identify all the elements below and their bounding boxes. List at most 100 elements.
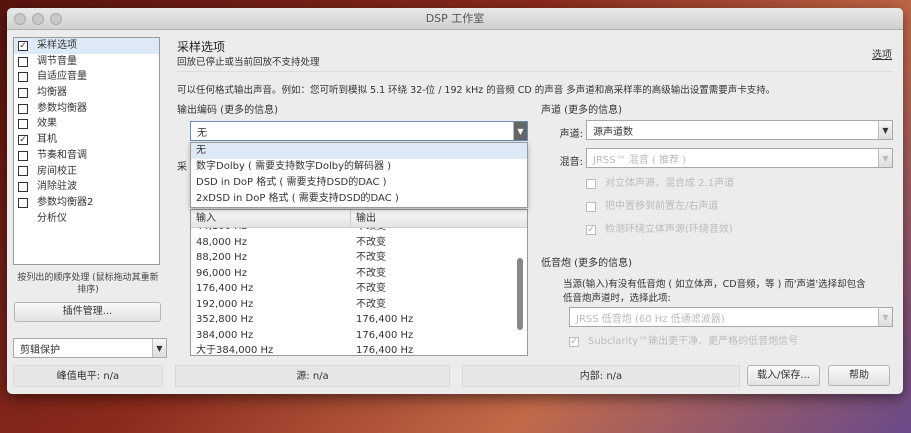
clip-protection-select[interactable]: 剪辑保护 ▼ — [13, 338, 167, 358]
chevron-down-icon: ▼ — [878, 121, 892, 139]
chevron-down-icon: ▼ — [878, 308, 892, 326]
minimize-button[interactable] — [32, 13, 44, 25]
checkbox-icon[interactable] — [18, 197, 28, 208]
input-cell: 96,000 Hz — [196, 267, 247, 279]
plugin-manager-button[interactable]: 插件管理... — [14, 302, 161, 322]
subwoofer-select[interactable]: JRSS 低音炮 (60 Hz 低通滤波器) ▼ — [569, 307, 893, 327]
table-row[interactable]: 192,000 Hz 不改变 — [191, 297, 511, 313]
output-cell: 不改变 — [356, 283, 386, 294]
sample-rate-label: 采 — [177, 162, 187, 173]
close-button[interactable] — [14, 13, 26, 25]
subclarity-checkbox[interactable]: ✓ Subclarity™输出更干净、更严格的低音炮信号 — [565, 334, 798, 350]
col-input[interactable]: 输入 — [191, 210, 351, 227]
checkbox-checked-icon[interactable]: ✓ — [18, 134, 28, 145]
sidebar-item-label: 耳机 — [37, 134, 57, 146]
checkbox-icon[interactable] — [18, 166, 28, 177]
mix-value: JRSS™ 混音 ( 推荐 ) — [593, 154, 687, 166]
output-cell: 不改变 — [356, 236, 386, 248]
dropdown-option[interactable]: 2xDSD in DoP 格式 ( 需要支持DSD的DAC ) — [191, 191, 527, 207]
subclarity-label: Subclarity™输出更干净、更严格的低音炮信号 — [588, 336, 799, 347]
subwoofer-value: JRSS 低音炮 (60 Hz 低通滤波器) — [576, 313, 725, 325]
sidebar-item[interactable]: 参数均衡器2 — [14, 195, 159, 211]
checkbox-checked-icon[interactable]: ✓ — [18, 40, 28, 51]
table-header: 输入 输出 — [191, 210, 527, 228]
subwoofer-text-2: 低音炮声道时，选择此项: — [563, 293, 671, 304]
description: 可以任何格式输出声音。例如：您可听到模拟 5.1 环绕 32-位 / 192 k… — [177, 85, 776, 96]
page-subtitle: 回放已停止或当前回放不支持处理 — [177, 57, 320, 68]
checkbox-icon[interactable] — [18, 182, 28, 193]
input-cell: 352,800 Hz — [196, 314, 254, 325]
output-cell: 不改变 — [356, 252, 386, 263]
channel-value: 源声道数 — [593, 126, 633, 138]
input-cell: 192,000 Hz — [196, 298, 254, 310]
order-note: 按列出的顺序处理 (鼠标拖动其重新排序) — [17, 273, 159, 295]
dropdown-option[interactable]: 无 — [191, 143, 527, 159]
sidebar-item[interactable]: 参数均衡器 — [14, 101, 159, 117]
channel-option-checkbox[interactable]: 对立体声源，混合成 2.1声道 — [582, 176, 734, 192]
input-cell: 176,400 Hz — [196, 283, 254, 294]
channel-label: 声道: — [559, 129, 583, 140]
sidebar-item[interactable]: 均衡器 — [14, 85, 159, 101]
checkbox-label: 检测环绕立体声源(环绕音效) — [605, 224, 733, 235]
sidebar-item[interactable]: 分析仪 — [14, 211, 159, 227]
sidebar-item[interactable]: 节奏和音调 — [14, 148, 159, 164]
checkbox-icon: ✓ — [586, 224, 596, 235]
sidebar-item-label: 自适应音量 — [37, 71, 87, 83]
output-encoding-heading: 输出编码 (更多的信息) — [177, 105, 278, 116]
help-button[interactable]: 帮助 — [828, 365, 890, 386]
sidebar-item[interactable]: 效果 — [14, 116, 159, 132]
output-cell: 176,400 Hz — [356, 329, 414, 341]
output-cell: 176,400 Hz — [356, 314, 414, 325]
zoom-button[interactable] — [50, 13, 62, 25]
checkbox-icon[interactable] — [18, 119, 28, 130]
table-row[interactable]: 96,000 Hz 不改变 — [191, 266, 511, 282]
sidebar-item-label: 采样选项 — [37, 40, 77, 51]
sidebar-item[interactable]: 自适应音量 — [14, 69, 159, 85]
sidebar-item[interactable]: ✓ 耳机 — [14, 132, 159, 148]
checkbox-label: 把中置移到前置左/右声道 — [605, 201, 719, 212]
dsp-plugin-list[interactable]: ✓ 采样选项调节音量 自适应音量均衡器 参数均衡器效果 ✓ 耳机节奏和音调 房间校正消除驻波… — [13, 37, 160, 265]
sidebar-item-label: 消除驻波 — [37, 181, 77, 193]
channel-option-checkbox[interactable]: ✓ 检测环绕立体声源(环绕音效) — [582, 222, 733, 238]
table-scrollbar[interactable] — [517, 258, 523, 330]
title-bar: DSP 工作室 — [7, 8, 903, 30]
sidebar-item-label: 参数均衡器 — [37, 102, 87, 114]
input-cell: 大于384,000 Hz — [196, 345, 274, 355]
table-row[interactable]: 352,800 Hz 176,400 Hz — [191, 312, 511, 328]
chevron-down-icon: ▼ — [152, 339, 166, 357]
load-save-button[interactable]: 载入/保存... — [747, 365, 820, 386]
clip-select-value: 剪辑保护 — [20, 344, 60, 356]
input-cell: 88,200 Hz — [196, 252, 247, 263]
sidebar-item[interactable]: 消除驻波 — [14, 179, 159, 195]
input-cell: 384,000 Hz — [196, 329, 254, 341]
table-row[interactable]: 大于384,000 Hz 176,400 Hz — [191, 343, 511, 355]
dropdown-option[interactable]: DSD in DoP 格式 ( 需要支持DSD的DAC ) — [191, 175, 527, 191]
sidebar-item-label: 房间校正 — [37, 165, 77, 177]
table-row[interactable]: 88,200 Hz 不改变 — [191, 250, 511, 266]
options-link[interactable]: 选项 — [872, 46, 892, 61]
sidebar-item[interactable]: 调节音量 — [14, 54, 159, 70]
sidebar-item[interactable]: 房间校正 — [14, 164, 159, 180]
sidebar-item-label: 效果 — [37, 118, 57, 130]
checkbox-icon[interactable] — [18, 103, 28, 114]
col-output[interactable]: 输出 — [351, 210, 376, 227]
table-row[interactable]: 176,400 Hz 不改变 — [191, 281, 511, 297]
mix-label: 混音: — [559, 157, 583, 168]
output-encoding-select[interactable]: 无 ▼ — [190, 121, 528, 141]
table-row[interactable]: 384,000 Hz 176,400 Hz — [191, 328, 511, 344]
chevron-down-icon: ▼ — [513, 122, 527, 140]
checkbox-icon[interactable] — [18, 72, 28, 83]
table-row[interactable]: 48,000 Hz 不改变 — [191, 235, 511, 251]
mix-select[interactable]: JRSS™ 混音 ( 推荐 ) ▼ — [586, 148, 893, 168]
sidebar-item[interactable]: ✓ 采样选项 — [14, 38, 159, 54]
output-encoding-dropdown: 无数字Dolby ( 需要支持数字Dolby的解码器 ) DSD in DoP 格… — [190, 142, 528, 208]
checkbox-icon[interactable] — [18, 150, 28, 161]
checkbox-icon — [586, 178, 596, 189]
channel-option-checkbox[interactable]: 把中置移到前置左/右声道 — [582, 199, 718, 215]
checkbox-label: 对立体声源，混合成 2.1声道 — [605, 178, 735, 189]
checkbox-icon[interactable] — [18, 56, 28, 67]
sample-rate-table[interactable]: 输入 输出 44,100 Hz不改变48,000 Hz不改变88,200 Hz不… — [190, 209, 528, 356]
channel-select[interactable]: 源声道数 ▼ — [586, 120, 893, 140]
checkbox-icon[interactable] — [18, 87, 28, 98]
dropdown-option[interactable]: 数字Dolby ( 需要支持数字Dolby的解码器 ) — [191, 159, 527, 175]
